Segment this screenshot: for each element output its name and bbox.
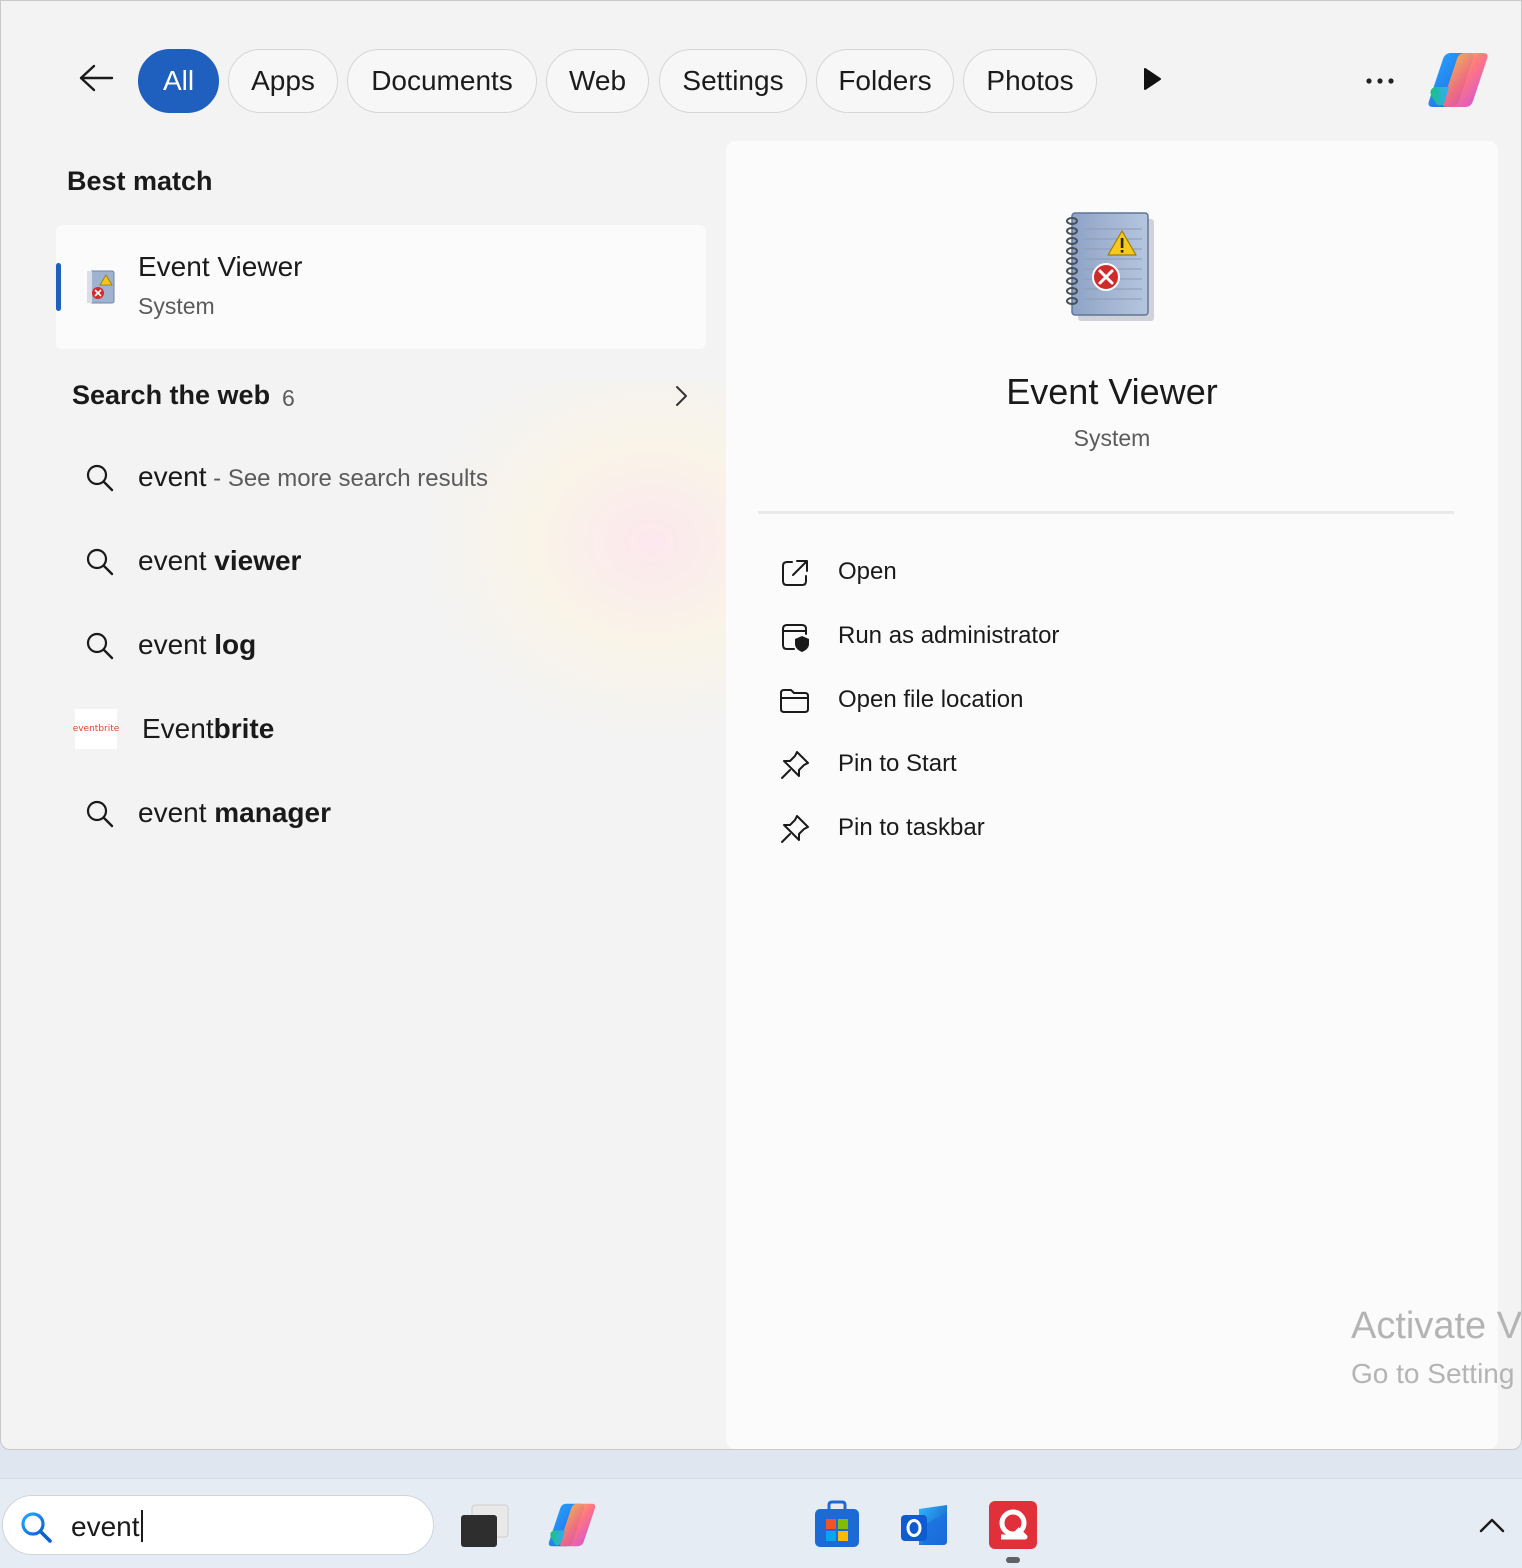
search-input-value[interactable]: event <box>71 1510 143 1543</box>
search-icon <box>85 463 115 493</box>
shield-window-icon <box>778 620 812 654</box>
search-web-heading[interactable]: Search the web <box>72 380 270 411</box>
tab-web[interactable]: Web <box>546 49 649 113</box>
open-file-location-label: Open file location <box>838 686 1024 713</box>
suggestion-text: event manager <box>138 797 331 828</box>
tab-settings[interactable]: Settings <box>659 49 807 113</box>
search-icon <box>85 631 115 661</box>
divider <box>758 511 1454 514</box>
web-suggestion-item[interactable]: event - See more search results <box>71 443 671 513</box>
play-triangle-icon <box>1142 67 1162 96</box>
copilot-button[interactable] <box>1425 49 1491 111</box>
outlook-icon[interactable] <box>899 1499 951 1551</box>
back-button[interactable] <box>71 55 121 105</box>
tab-apps[interactable]: Apps <box>228 49 338 113</box>
event-viewer-icon <box>1060 209 1158 325</box>
suggestion-text: event viewer <box>138 545 302 576</box>
detail-app-category: System <box>1073 425 1151 451</box>
web-suggestion-item[interactable]: event manager <box>71 779 671 849</box>
copilot-icon[interactable] <box>546 1499 598 1551</box>
pin-to-taskbar-action[interactable]: Pin to taskbar <box>778 800 1418 856</box>
web-suggestion-item[interactable]: eventbrite Eventbrite <box>71 695 671 765</box>
folder-icon <box>778 684 812 718</box>
eventbrite-logo: eventbrite <box>73 709 119 749</box>
best-match-name: Event Viewer <box>138 251 303 282</box>
pin-icon <box>778 748 812 782</box>
more-options-button[interactable] <box>1359 63 1401 99</box>
quip-app-icon[interactable] <box>987 1499 1039 1551</box>
open-label: Open <box>838 558 897 585</box>
tab-folders[interactable]: Folders <box>816 49 954 113</box>
web-suggestion-item[interactable]: event log <box>71 611 671 681</box>
web-suggestion-item[interactable]: event viewer <box>71 527 671 597</box>
search-icon <box>85 547 115 577</box>
detail-pane: Event Viewer System Open Run as administ… <box>726 141 1498 1449</box>
detail-app-name: Event Viewer <box>1006 371 1218 412</box>
tab-photos[interactable]: Photos <box>963 49 1097 113</box>
arrow-left-icon <box>78 63 114 98</box>
copilot-icon <box>1425 53 1491 115</box>
suggestion-text: Eventbrite <box>142 713 275 744</box>
more-tabs-button[interactable] <box>1137 65 1167 97</box>
chevron-right-icon[interactable] <box>669 381 693 411</box>
best-match-heading: Best match <box>67 166 213 196</box>
run-as-administrator-label: Run as administrator <box>838 622 1060 649</box>
activation-watermark: Activate V Go to Setting <box>1351 1305 1522 1389</box>
tab-documents[interactable]: Documents <box>347 49 537 113</box>
search-web-count: 6 <box>282 385 295 411</box>
microsoft-store-icon[interactable] <box>811 1499 863 1551</box>
suggestion-text: event log <box>138 629 257 660</box>
taskbar-search-box[interactable]: event <box>2 1495 434 1555</box>
pin-to-start-action[interactable]: Pin to Start <box>778 736 1418 792</box>
suggestion-text: event - See more search results <box>138 461 488 492</box>
taskbar: event <box>0 1478 1522 1568</box>
event-viewer-icon <box>84 267 118 307</box>
running-indicator <box>1006 1557 1020 1563</box>
pin-icon <box>778 812 812 846</box>
run-as-administrator-action[interactable]: Run as administrator <box>778 608 1418 664</box>
task-view-icon[interactable] <box>458 1499 510 1551</box>
search-icon <box>19 1510 53 1544</box>
best-match-result[interactable]: Event Viewer System <box>56 225 706 349</box>
ellipsis-icon <box>1365 72 1395 90</box>
chevron-up-icon[interactable] <box>1476 1511 1508 1539</box>
tab-all[interactable]: All <box>138 49 219 113</box>
search-flyout: All Apps Documents Web Settings Folders … <box>0 0 1522 1450</box>
selection-indicator <box>56 263 61 311</box>
open-action[interactable]: Open <box>778 544 1418 600</box>
pin-to-start-label: Pin to Start <box>838 750 957 777</box>
best-match-category: System <box>138 293 215 319</box>
open-file-location-action[interactable]: Open file location <box>778 672 1418 728</box>
open-external-icon <box>778 556 812 590</box>
pin-to-taskbar-label: Pin to taskbar <box>838 814 985 841</box>
text-caret <box>140 1510 143 1542</box>
search-icon <box>85 799 115 829</box>
